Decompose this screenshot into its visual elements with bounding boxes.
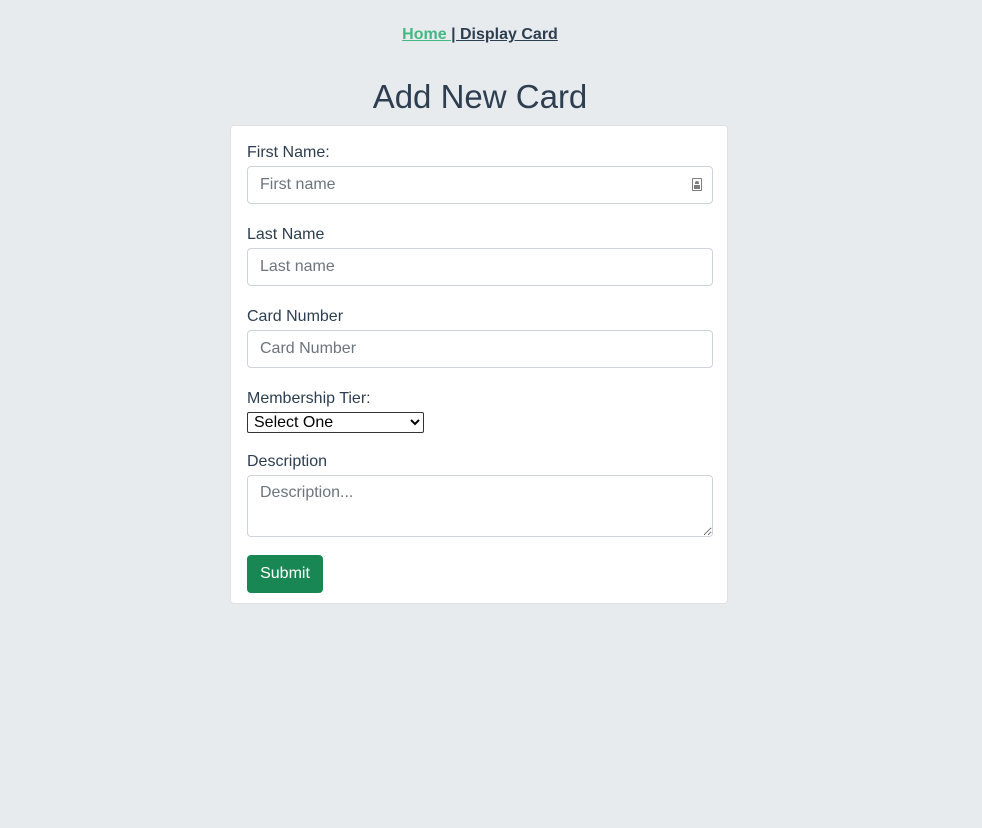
nav-home-label: Home [402,26,452,43]
first-name-input[interactable] [247,166,713,204]
contact-card-icon[interactable] [692,178,702,191]
description-textarea[interactable] [247,475,713,537]
last-name-wrapper [247,248,713,286]
card-number-wrapper [247,330,713,368]
top-nav: Home | Display Card [0,26,960,44]
nav-home-link[interactable]: Home [402,26,451,43]
nav-display-card-label: Display Card [460,26,558,43]
membership-tier-group: Membership Tier: Select One [247,388,711,433]
first-name-label: First Name: [247,144,330,161]
description-group: Description [247,451,713,537]
card-number-label: Card Number [247,308,344,325]
first-name-group: First Name: [247,142,713,204]
first-name-wrapper [247,166,713,204]
card-number-group: Card Number [247,306,713,368]
nav-display-card-link[interactable]: | Display Card [451,26,558,43]
description-label: Description [247,453,328,470]
last-name-label: Last Name [247,226,325,243]
membership-tier-label: Membership Tier: [247,390,371,407]
last-name-group: Last Name [247,224,713,286]
nav-separator: | [451,26,460,43]
add-card-form: First Name: Last Name Card Number Member… [230,125,728,604]
page-title: Add New Card [372,78,588,115]
last-name-input[interactable] [247,248,713,286]
card-number-input[interactable] [247,330,713,368]
membership-tier-select[interactable]: Select One [247,412,424,433]
submit-button[interactable]: Submit [247,555,323,593]
